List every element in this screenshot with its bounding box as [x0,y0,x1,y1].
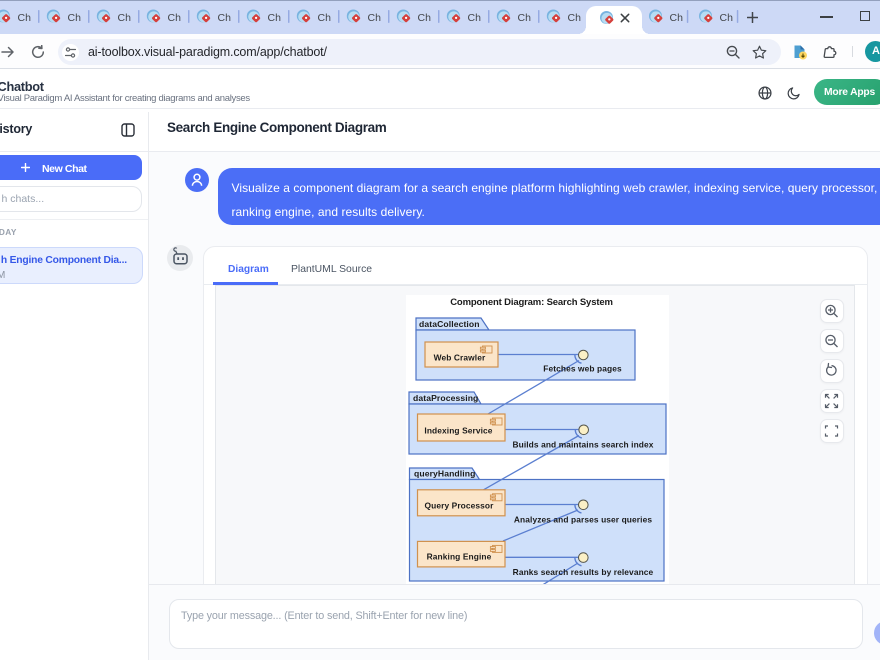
svg-text:Web Crawler: Web Crawler [434,353,486,363]
svg-text:Component Diagram: Search Syst: Component Diagram: Search System [450,297,613,308]
svg-text:Ch: Ch [720,12,734,24]
svg-text:Ch: Ch [468,12,482,24]
svg-text:Ch: Ch [118,12,132,24]
svg-text:Ch: Ch [18,12,32,24]
svg-text:Ch: Ch [268,12,282,24]
svg-text:Indexing Service: Indexing Service [424,426,492,436]
svg-text:Ch: Ch [168,12,182,24]
svg-text:Query Processor: Query Processor [425,501,495,511]
svg-text:Ch: Ch [68,12,82,24]
svg-text:Ch: Ch [670,12,684,24]
svg-text:Ch: Ch [568,12,582,24]
svg-text:Builds and maintains search in: Builds and maintains search index [512,440,653,450]
svg-text:Ch: Ch [218,12,232,24]
svg-text:Fetches web pages: Fetches web pages [543,364,622,374]
svg-text:Ranking Engine: Ranking Engine [427,552,492,562]
svg-text:Ranks search results by releva: Ranks search results by relevance [513,567,654,577]
svg-text:dataProcessing: dataProcessing [413,393,478,403]
svg-text:Ch: Ch [318,12,332,24]
svg-text:Ch: Ch [518,12,532,24]
svg-text:queryHandling: queryHandling [414,469,475,479]
svg-text:Analyzes and parses user queri: Analyzes and parses user queries [514,515,652,525]
svg-text:dataCollection: dataCollection [419,319,480,329]
svg-text:Ch: Ch [418,12,432,24]
svg-text:Ch: Ch [368,12,382,24]
